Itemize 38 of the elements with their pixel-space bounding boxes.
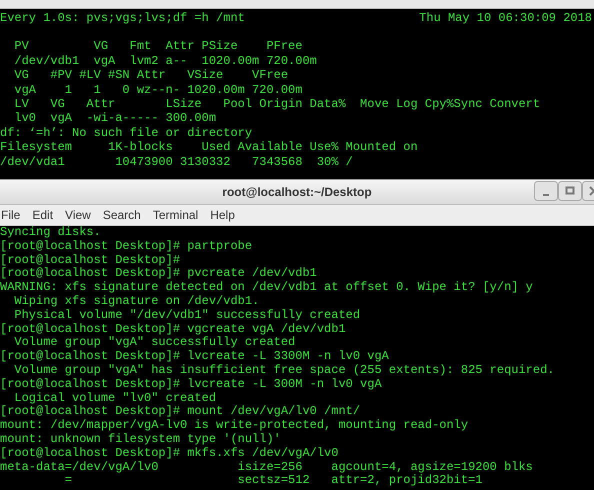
terminal-line: Logical volume "lv0" created bbox=[13, 392, 216, 405]
clock-text: Thu May 10 06:30:09 2018 bbox=[419, 11, 592, 26]
terminal-line: = sectsz=512 attr=2, projid32bit=1 bbox=[64, 474, 482, 488]
menu-item[interactable]: View bbox=[65, 208, 97, 222]
terminal-line: [root@localhost Desktop]# lvcreate -L 3300M -n lv0 vgA bbox=[0, 350, 389, 364]
terminal-line: /dev/vdb1 vgA lvm2 a-- 1020.00m 720.00m bbox=[13, 54, 317, 68]
watch-command: Every 1.0s: pvs;vgs;lvs;df =h /mnt bbox=[0, 11, 245, 26]
terminal-line: Volume group "vgA" successfully created bbox=[13, 336, 296, 350]
terminal-line: [root@localhost Desktop]# pvcreate /dev/vdb1 bbox=[0, 267, 317, 281]
terminal-line: Physical volume "/dev/vdb1" successfully created bbox=[13, 308, 360, 323]
terminal-line: df: ‘=h’: No such file or directory bbox=[0, 126, 252, 140]
terminal-line: [root@localhost Desktop]# partprobe bbox=[0, 240, 252, 254]
window-title: root@localhost:~/Desktop bbox=[222, 185, 372, 199]
menu-item[interactable]: Help bbox=[210, 208, 241, 222]
terminal-line: [root@localhost Desktop]# bbox=[0, 254, 180, 267]
terminal-line: [root@localhost Desktop]# mkfs.xfs /dev/vgA/lv0 bbox=[0, 446, 338, 461]
terminal-line: Syncing disks. bbox=[0, 226, 101, 240]
terminal-line: mount: /dev/mapper/vgA-lv0 is write-protected, mounting read-only bbox=[0, 419, 468, 433]
terminal-line: VG #PV #LV #SN Attr VSize VFree bbox=[13, 68, 288, 83]
terminal-line: [root@localhost Desktop]# lvcreate -L 300M -n lv0 vgA bbox=[0, 378, 382, 392]
terminal-line: vgA 1 1 0 wz--n- 1020.00m 720.00m bbox=[13, 82, 302, 98]
terminal-line: LV VG Attr LSize Pool Origin Data% Move Log Cpy%Sync Convert bbox=[13, 97, 540, 112]
terminal-line: Wiping xfs signature on /dev/vdb1. bbox=[13, 294, 260, 309]
terminal-line: [root@localhost Desktop]# vgcreate vgA /dev/vdb1 bbox=[0, 322, 346, 336]
terminal-line: /dev/vda1 10473900 3130332 7343568 30% / bbox=[0, 154, 353, 170]
menu-item[interactable]: Edit bbox=[32, 208, 60, 222]
minimize-icon[interactable] bbox=[534, 181, 558, 201]
menu-item[interactable]: Search bbox=[102, 208, 147, 222]
terminal-line: lv0 vgA -wi-a----- 300.00m bbox=[13, 111, 216, 126]
terminal-line: PV VG Fmt Attr PSize PFree bbox=[13, 39, 302, 54]
menu-item[interactable]: Terminal bbox=[152, 208, 204, 222]
terminal-line: WARNING: xfs signature detected on /dev/vdb1 at offset 0. Wipe it? [y/n] y bbox=[0, 281, 533, 295]
terminal-line: Filesystem 1K-blocks Used Available Use% Mounted on bbox=[0, 140, 418, 155]
terminal-line: mount: unknown filesystem type '(null)' bbox=[0, 432, 281, 447]
terminal-line: meta-data=/dev/vgA/lv0 isize=256 agcount=4, agsize=19200 blks bbox=[0, 460, 533, 474]
menu-item[interactable]: File bbox=[1, 208, 26, 222]
terminal-line: Volume group "vgA" has insufficient free space (255 extents): 825 required. bbox=[13, 364, 554, 378]
terminal-line: [root@localhost Desktop]# mount /dev/vgA/lv0 /mnt/ bbox=[0, 405, 360, 419]
